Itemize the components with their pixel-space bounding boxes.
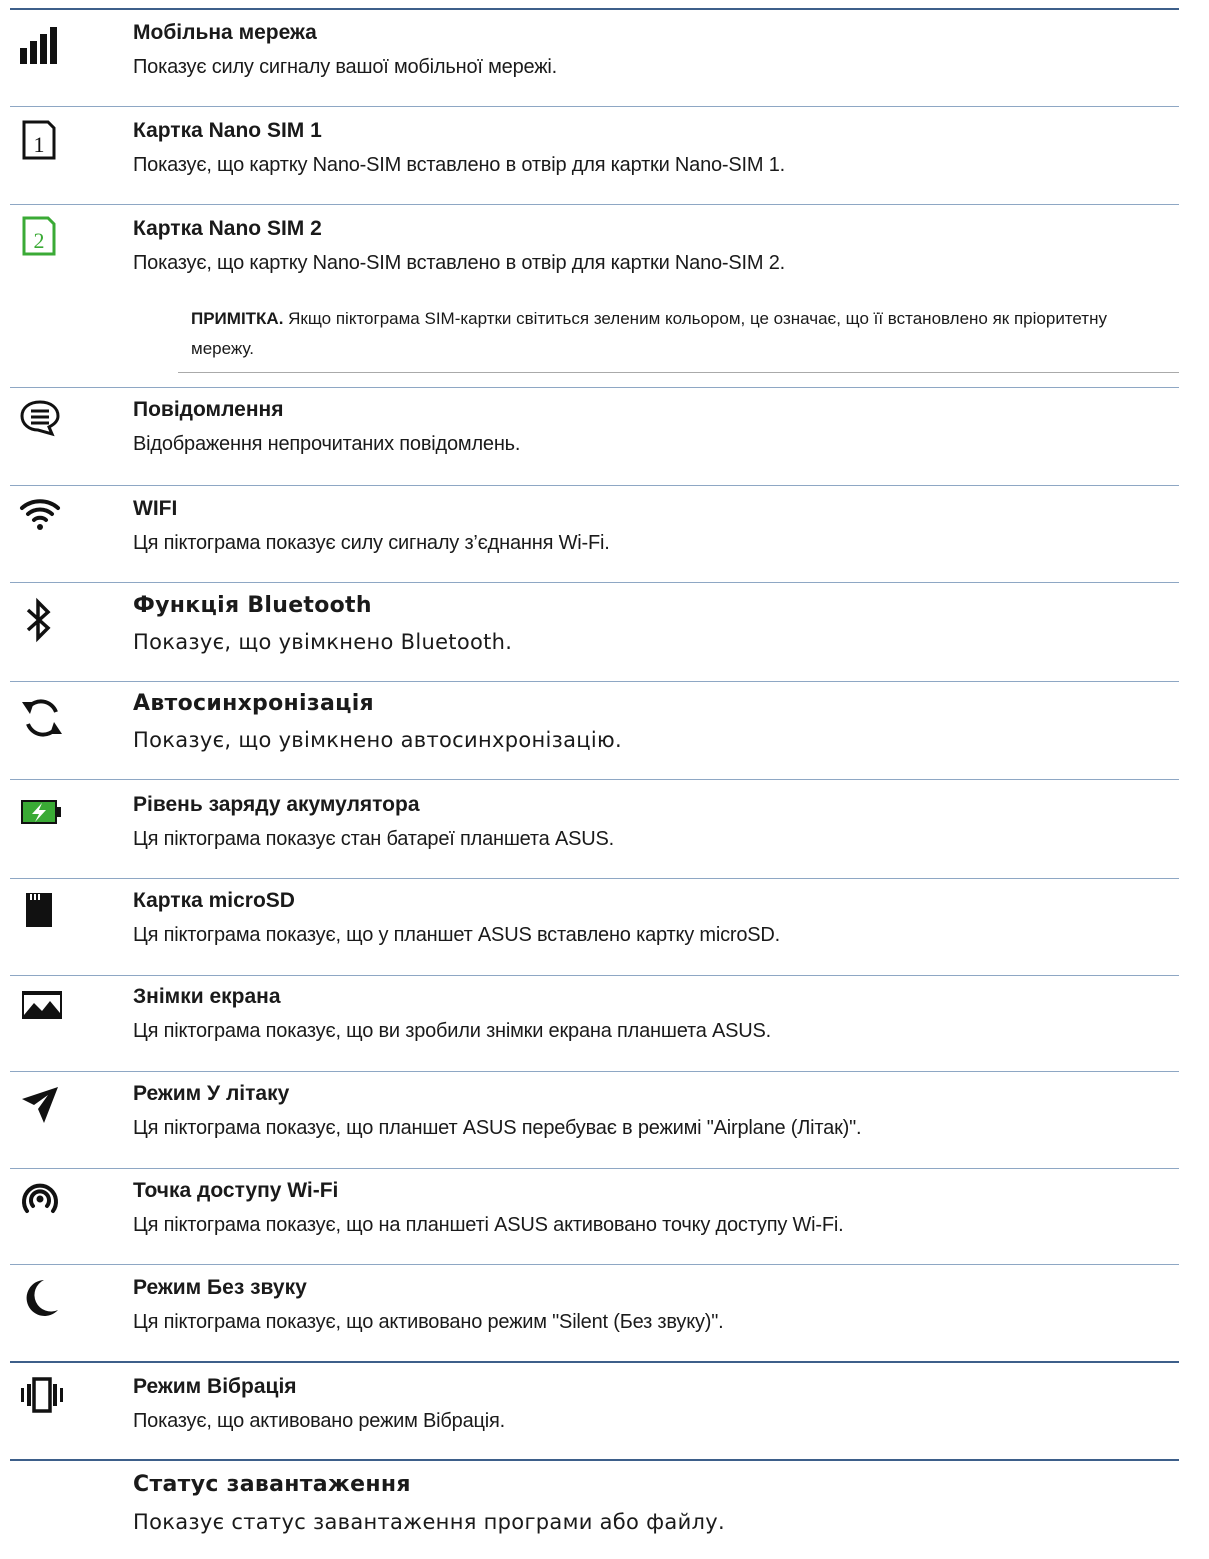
item-description: Ця піктограма показує стан батареї планш… (133, 828, 614, 850)
svg-text:2: 2 (34, 228, 45, 253)
item-title: Картка microSD (133, 889, 295, 912)
item-title: Мобільна мережа (133, 21, 317, 44)
divider (10, 878, 1179, 879)
item-title: WIFI (133, 497, 178, 520)
signal-bars-icon (18, 24, 74, 68)
divider (10, 204, 1179, 205)
divider (10, 1361, 1179, 1363)
note-label: ПРИМІТКА. (191, 309, 284, 328)
airplane-icon (18, 1083, 74, 1127)
divider (10, 1264, 1179, 1265)
item-title: Картка Nano SIM 1 (133, 119, 322, 142)
wifi-icon (18, 494, 74, 538)
svg-text:1: 1 (34, 132, 45, 157)
vibrate-icon (18, 1374, 74, 1418)
message-bubble-icon (18, 396, 74, 440)
item-description: Показує, що картку Nano-SIM вставлено в … (133, 154, 785, 176)
item-description: Показує, що картку Nano-SIM вставлено в … (133, 252, 785, 274)
note-divider (178, 372, 1179, 373)
item-title: Повідомлення (133, 398, 284, 421)
item-description: Показує, що увімкнено автосинхронізацію. (133, 728, 622, 752)
item-title: Картка Nano SIM 2 (133, 217, 322, 240)
item-title: Знімки екрана (133, 985, 281, 1008)
item-description: Ця піктограма показує, що на планшеті AS… (133, 1214, 844, 1236)
sim-card-2-icon: 2 (18, 214, 74, 258)
item-title: Точка доступу Wi-Fi (133, 1179, 339, 1202)
divider (10, 975, 1179, 976)
screenshot-image-icon (18, 985, 74, 1029)
moon-icon (18, 1276, 74, 1320)
item-title: Режим У літаку (133, 1082, 290, 1105)
sim-card-1-icon: 1 (18, 118, 74, 162)
item-description: Ця піктограма показує силу сигналу з’єдн… (133, 532, 610, 554)
note: ПРИМІТКА. Якщо піктограма SIM-картки сві… (191, 304, 1151, 364)
item-title: Автосинхронізація (133, 691, 374, 716)
top-divider (10, 8, 1179, 10)
item-title: Режим Вібрація (133, 1375, 297, 1398)
item-description: Відображення непрочитаних повідомлень. (133, 433, 521, 455)
item-description: Ця піктограма показує, що активовано реж… (133, 1311, 724, 1333)
item-description: Показує, що активовано режим Вібрація. (133, 1410, 506, 1432)
item-title: Функція Bluetooth (133, 593, 372, 618)
hotspot-icon (18, 1178, 74, 1222)
divider (10, 1071, 1179, 1072)
battery-charging-icon (18, 793, 74, 837)
item-description: Показує статус завантаження програми або… (133, 1510, 725, 1534)
microsd-card-icon (18, 889, 74, 933)
divider (10, 485, 1179, 486)
item-title: Статус завантаження (133, 1472, 411, 1497)
item-description: Показує, що увімкнено Bluetooth. (133, 630, 513, 654)
divider (10, 779, 1179, 780)
item-description: Ця піктограма показує, що у планшет ASUS… (133, 924, 780, 946)
divider (10, 387, 1179, 388)
divider (10, 681, 1179, 682)
item-description: Ця піктограма показує, що планшет ASUS п… (133, 1117, 862, 1139)
item-title: Режим Без звуку (133, 1276, 307, 1299)
item-description: Показує силу сигналу вашої мобільної мер… (133, 56, 557, 78)
sync-icon (18, 694, 74, 738)
status-icons-page: Мобільна мережа Показує силу сигналу ваш… (0, 0, 1209, 1559)
note-text: Якщо піктограма SIM-картки світиться зел… (191, 309, 1107, 358)
bluetooth-icon (18, 596, 74, 643)
item-title: Рівень заряду акумулятора (133, 793, 420, 816)
divider (10, 582, 1179, 583)
item-description: Ця піктограма показує, що ви зробили зні… (133, 1020, 772, 1042)
divider (10, 106, 1179, 107)
divider (10, 1168, 1179, 1169)
divider (10, 1459, 1179, 1461)
